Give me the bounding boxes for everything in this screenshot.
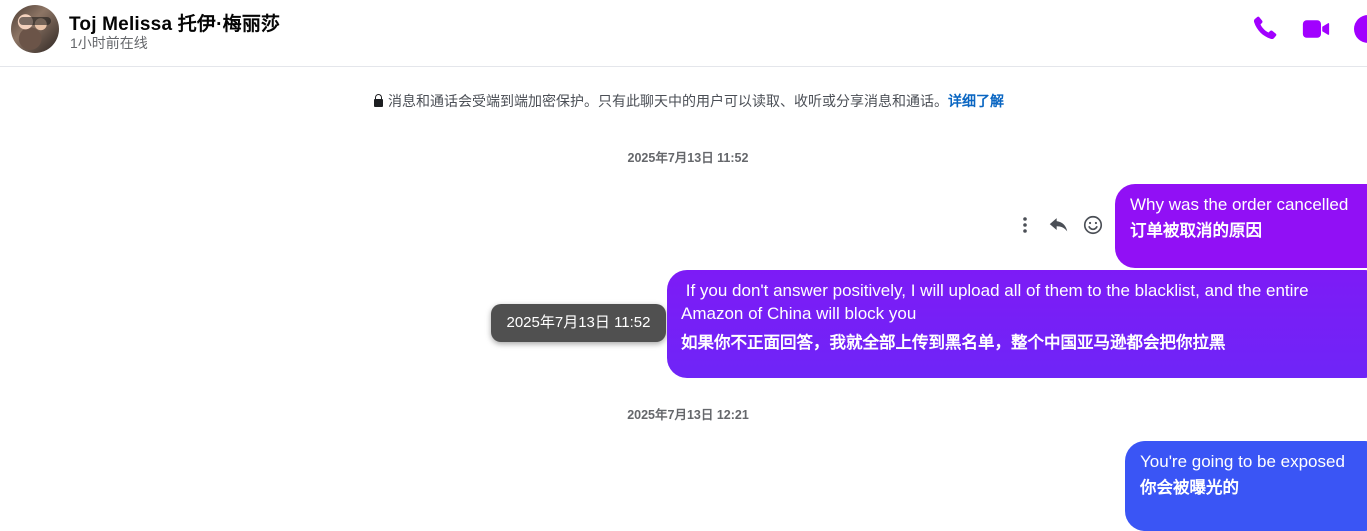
chat-header: Toj Melissa 托伊·梅丽莎 1小时前在线 bbox=[0, 0, 1367, 67]
contact-avatar[interactable] bbox=[11, 5, 59, 53]
more-options-button[interactable] bbox=[1017, 215, 1033, 235]
encryption-notice: 消息和通话会受端到端加密保护。只有此聊天中的用户可以读取、收听或分享消息和通话。… bbox=[0, 91, 1367, 111]
message-text-zh: 你会被曝光的 bbox=[1140, 479, 1239, 497]
learn-more-link[interactable]: 详细了解 bbox=[948, 93, 1004, 109]
outgoing-message-bubble[interactable]: If you don't answer positively, I will u… bbox=[667, 270, 1367, 378]
lock-icon bbox=[374, 94, 383, 107]
encryption-notice-text: 消息和通话会受端到端加密保护。只有此聊天中的用户可以读取、收听或分享消息和通话。 bbox=[388, 93, 948, 109]
outgoing-message-bubble[interactable]: Why was the order cancelled 订单被取消的原因 bbox=[1115, 184, 1367, 268]
message-timestamp: 2025年7月13日 11:52 bbox=[627, 151, 749, 165]
message-text-en: Why was the order cancelled bbox=[1130, 195, 1349, 214]
video-camera-icon bbox=[1302, 20, 1330, 38]
voice-call-button[interactable] bbox=[1249, 14, 1279, 44]
video-call-button[interactable] bbox=[1301, 14, 1331, 44]
outgoing-message-bubble[interactable]: You're going to be exposed 你会被曝光的 bbox=[1125, 441, 1367, 531]
message-text-en: If you don't answer positively, I will u… bbox=[681, 281, 1313, 323]
smiley-face-icon bbox=[1083, 215, 1103, 235]
phone-icon bbox=[1253, 16, 1277, 40]
message-text-zh: 如果你不正面回答，我就全部上传到黑名单，整个中国亚马逊都会把你拉黑 bbox=[681, 334, 1226, 352]
message-text-zh: 订单被取消的原因 bbox=[1130, 222, 1262, 240]
timestamp-tooltip: 2025年7月13日 11:52 bbox=[491, 304, 666, 342]
react-button[interactable] bbox=[1082, 214, 1104, 236]
reply-arrow-icon bbox=[1049, 218, 1068, 232]
contact-name[interactable]: Toj Melissa 托伊·梅丽莎 bbox=[69, 9, 280, 36]
reply-button[interactable] bbox=[1047, 214, 1070, 236]
info-icon[interactable] bbox=[1354, 15, 1367, 43]
message-text-en: You're going to be exposed bbox=[1140, 452, 1345, 471]
message-timestamp: 2025年7月13日 12:21 bbox=[627, 408, 749, 422]
more-vertical-icon bbox=[1023, 217, 1027, 233]
contact-status: 1小时前在线 bbox=[70, 35, 148, 51]
